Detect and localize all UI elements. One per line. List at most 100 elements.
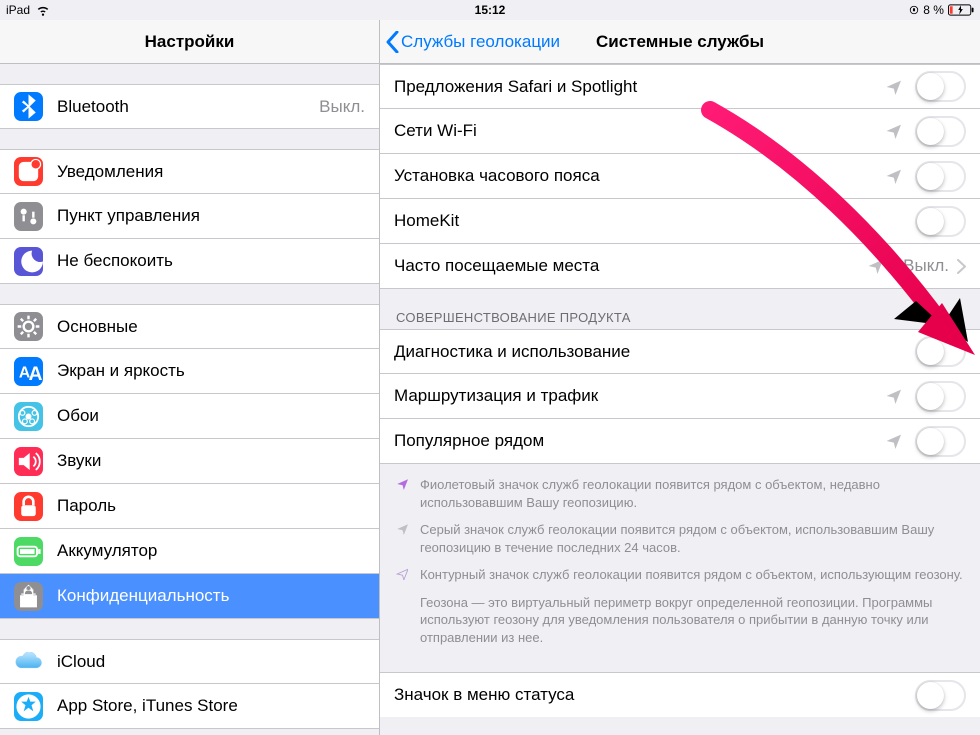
footnote-text: Геозона — это виртуальный периметр вокру… bbox=[420, 594, 964, 647]
sidebar-item-label: Аккумулятор bbox=[57, 541, 365, 561]
toggle-switch[interactable] bbox=[915, 426, 966, 457]
location-arrow-icon bbox=[885, 388, 901, 404]
row-label: Маршрутизация и трафик bbox=[394, 386, 885, 406]
general-icon bbox=[14, 312, 43, 341]
wifi-icon bbox=[36, 3, 50, 17]
settings-sidebar: Настройки Bluetooth Выкл. Уведомления Пункт… bbox=[0, 20, 380, 735]
privacy-icon bbox=[14, 582, 43, 611]
sidebar-item-wallpaper[interactable]: Обои bbox=[0, 394, 379, 439]
toggle-switch[interactable] bbox=[915, 381, 966, 412]
footnote-text: Фиолетовый значок служб геолокации появи… bbox=[420, 476, 964, 511]
bluetooth-icon bbox=[14, 92, 43, 121]
appstore-icon bbox=[14, 692, 43, 721]
settings-row: HomeKit bbox=[380, 199, 980, 244]
sidebar-item-label: Bluetooth bbox=[57, 97, 313, 117]
status-time: 15:12 bbox=[325, 3, 654, 17]
passcode-icon bbox=[14, 492, 43, 521]
toggle-switch[interactable] bbox=[915, 161, 966, 192]
toggle-switch[interactable] bbox=[915, 71, 966, 102]
row-value: Выкл. bbox=[903, 256, 949, 276]
battery-icon bbox=[948, 4, 974, 16]
toggle-switch[interactable] bbox=[915, 116, 966, 147]
control-center-icon bbox=[14, 202, 43, 231]
device-label: iPad bbox=[6, 3, 30, 17]
sidebar-item-display[interactable]: AA Экран и яркость bbox=[0, 349, 379, 394]
sidebar-item-label: Экран и яркость bbox=[57, 361, 365, 381]
orientation-lock-icon bbox=[909, 5, 919, 15]
sidebar-item-label: Пункт управления bbox=[57, 206, 365, 226]
detail-navbar: Службы геолокации Системные службы bbox=[380, 20, 980, 64]
row-label: Диагностика и использование bbox=[394, 342, 915, 362]
sidebar-item-notifications[interactable]: Уведомления bbox=[0, 149, 379, 194]
sidebar-item-label: App Store, iTunes Store bbox=[57, 696, 365, 716]
sidebar-item-sounds[interactable]: Звуки bbox=[0, 439, 379, 484]
row-label: Часто посещаемые места bbox=[394, 256, 867, 276]
sidebar-item-dnd[interactable]: Не беспокоить bbox=[0, 239, 379, 284]
sidebar-item-label: Пароль bbox=[57, 496, 365, 516]
settings-row[interactable]: Часто посещаемые места Выкл. bbox=[380, 244, 980, 289]
svg-text:A: A bbox=[29, 363, 43, 384]
toggle-switch[interactable] bbox=[915, 336, 966, 367]
row-label: Популярное рядом bbox=[394, 431, 885, 451]
sidebar-item-appstore[interactable]: App Store, iTunes Store bbox=[0, 684, 379, 729]
sidebar-item-label: Не беспокоить bbox=[57, 251, 365, 271]
toggle-switch[interactable] bbox=[915, 680, 966, 711]
row-label: HomeKit bbox=[394, 211, 915, 231]
display-icon: AA bbox=[14, 357, 43, 386]
sidebar-item-label: Конфиденциальность bbox=[57, 586, 365, 606]
sidebar-item-icloud[interactable]: iCloud bbox=[0, 639, 379, 684]
sidebar-item-bluetooth[interactable]: Bluetooth Выкл. bbox=[0, 84, 379, 129]
detail-title: Системные службы bbox=[596, 32, 764, 52]
footnote-text: Серый значок служб геолокации появится р… bbox=[420, 521, 964, 556]
location-arrow-icon bbox=[885, 433, 901, 449]
sidebar-item-general[interactable]: Основные bbox=[0, 304, 379, 349]
sidebar-item-battery[interactable]: Аккумулятор bbox=[0, 529, 379, 574]
sidebar-title: Настройки bbox=[145, 32, 235, 52]
chevron-right-icon bbox=[957, 259, 966, 274]
row-label: Значок в меню статуса bbox=[394, 685, 915, 705]
settings-row: Маршрутизация и трафик bbox=[380, 374, 980, 419]
section-header: СОВЕРШЕНСТВОВАНИЕ ПРОДУКТА bbox=[380, 289, 980, 329]
sidebar-item-label: iCloud bbox=[57, 652, 365, 672]
toggle-switch[interactable] bbox=[915, 206, 966, 237]
wallpaper-icon bbox=[14, 402, 43, 431]
footer-notes: Фиолетовый значок служб геолокации появи… bbox=[380, 464, 980, 652]
row-label: Установка часового пояса bbox=[394, 166, 885, 186]
sounds-icon bbox=[14, 447, 43, 476]
sidebar-item-value: Выкл. bbox=[319, 97, 365, 117]
chevron-left-icon bbox=[386, 31, 399, 53]
location-arrow-icon bbox=[885, 123, 901, 139]
sidebar-navbar: Настройки bbox=[0, 20, 379, 64]
location-arrow-icon bbox=[885, 168, 901, 184]
settings-row: Популярное рядом bbox=[380, 419, 980, 464]
settings-row: Значок в меню статуса bbox=[380, 672, 980, 717]
row-label: Предложения Safari и Spotlight bbox=[394, 77, 885, 97]
location-arrow-icon bbox=[396, 566, 410, 584]
dnd-icon bbox=[14, 247, 43, 276]
footnote-text: Контурный значок служб геолокации появит… bbox=[420, 566, 963, 584]
settings-row: Установка часового пояса bbox=[380, 154, 980, 199]
detail-pane: Службы геолокации Системные службы Предл… bbox=[380, 20, 980, 735]
battery-pct: 8 % bbox=[923, 3, 944, 17]
battery-icon bbox=[14, 537, 43, 566]
sidebar-item-label: Обои bbox=[57, 406, 365, 426]
row-label: Сети Wi-Fi bbox=[394, 121, 885, 141]
back-button[interactable]: Службы геолокации bbox=[386, 20, 560, 63]
location-arrow-icon bbox=[885, 79, 901, 95]
settings-row: Предложения Safari и Spotlight bbox=[380, 64, 980, 109]
icloud-icon bbox=[14, 647, 43, 676]
sidebar-item-control-center[interactable]: Пункт управления bbox=[0, 194, 379, 239]
sidebar-item-label: Основные bbox=[57, 317, 365, 337]
location-arrow-icon bbox=[396, 476, 410, 511]
sidebar-item-privacy[interactable]: Конфиденциальность bbox=[0, 574, 379, 619]
sidebar-item-label: Звуки bbox=[57, 451, 365, 471]
settings-row: Сети Wi-Fi bbox=[380, 109, 980, 154]
settings-row: Диагностика и использование bbox=[380, 329, 980, 374]
back-label: Службы геолокации bbox=[401, 32, 560, 52]
sidebar-item-label: Уведомления bbox=[57, 162, 365, 182]
location-arrow-icon bbox=[867, 258, 883, 274]
location-arrow-icon bbox=[396, 521, 410, 556]
notifications-icon bbox=[14, 157, 43, 186]
sidebar-item-passcode[interactable]: Пароль bbox=[0, 484, 379, 529]
status-bar: iPad 15:12 8 % bbox=[0, 0, 980, 20]
